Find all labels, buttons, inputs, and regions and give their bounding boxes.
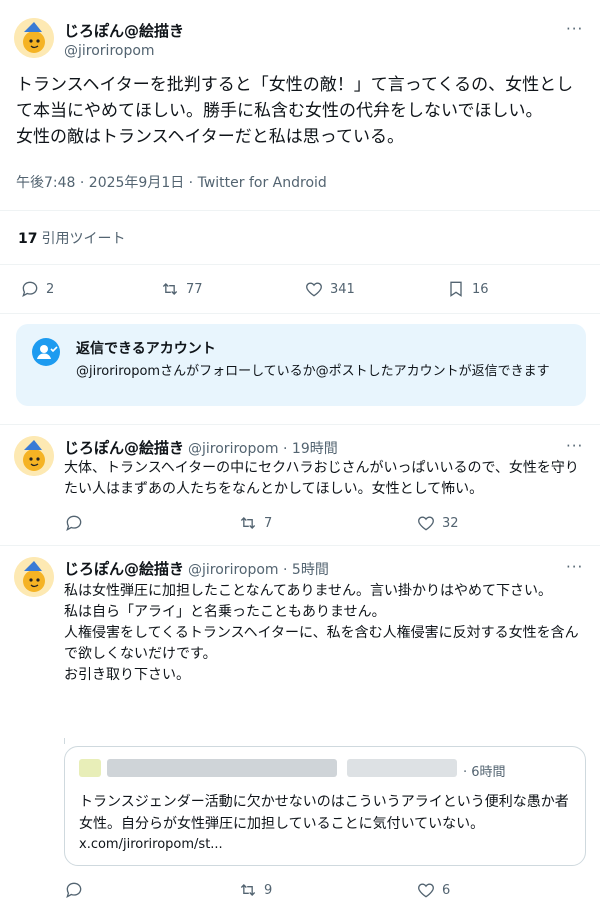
retweet-button[interactable]: 9 <box>238 880 272 900</box>
reply-icon <box>64 880 84 900</box>
more-options-icon[interactable]: ··· <box>566 437 583 455</box>
retweet-button[interactable]: 77 <box>160 279 203 299</box>
author-name[interactable]: じろぽん@絵描き <box>64 437 184 458</box>
bookmark-count: 16 <box>472 281 489 297</box>
more-options-icon[interactable]: ··· <box>566 20 583 38</box>
blurred-author-info <box>347 759 457 777</box>
quote-count: 17 <box>18 231 38 247</box>
retweet-count: 9 <box>264 882 273 898</box>
separator <box>64 738 65 744</box>
like-button[interactable]: 6 <box>416 880 450 900</box>
author-handle[interactable]: @jiroriropom · 5時間 <box>188 559 329 579</box>
reply-count: 2 <box>46 281 55 297</box>
quote-tweets-link[interactable]: 17 引用ツイート <box>18 228 125 248</box>
avatar[interactable] <box>14 436 54 476</box>
like-button[interactable]: 32 <box>416 513 459 533</box>
more-options-icon[interactable]: ··· <box>566 558 583 576</box>
reply-button[interactable] <box>64 880 90 900</box>
avatar[interactable] <box>14 557 54 597</box>
divider <box>0 313 600 314</box>
retweet-icon <box>238 880 258 900</box>
heart-icon <box>416 513 436 533</box>
user-icon <box>32 338 60 366</box>
like-count: 341 <box>330 281 355 297</box>
blurred-author-info <box>107 759 337 777</box>
blurred-author-info <box>79 759 101 777</box>
reply-restriction-title: 返信できるアカウント <box>76 341 216 357</box>
bookmark-button[interactable]: 16 <box>446 279 489 299</box>
retweet-icon <box>160 279 180 299</box>
heart-icon <box>304 279 324 299</box>
quoted-tweet-time: · 6時間 <box>463 765 506 780</box>
retweet-button[interactable]: 7 <box>238 513 272 533</box>
quoted-tweet-text: トランスジェンダー活動に欠かせないのはこういうアライという便利な愚か者女性。自分… <box>79 794 569 832</box>
quote-label: 引用ツイート <box>41 231 126 247</box>
author-name[interactable]: じろぽん@絵描き <box>64 558 184 579</box>
reply-button[interactable]: 2 <box>20 279 54 299</box>
tweet-meta[interactable]: 午後7:48 · 2025年9月1日 · Twitter for Android <box>16 172 327 192</box>
divider <box>0 264 600 265</box>
reply-icon <box>20 279 40 299</box>
author-handle[interactable]: @jiroriropom · 19時間 <box>188 438 338 458</box>
quoted-tweet-link[interactable]: x.com/jiroriropom/st... <box>79 837 223 852</box>
divider <box>0 545 600 546</box>
reply-restriction-notice: 返信できるアカウント @jiroriropomさんがフォローしているか@ポストし… <box>16 324 586 406</box>
divider <box>0 210 600 211</box>
avatar[interactable] <box>14 18 54 58</box>
like-button[interactable]: 341 <box>304 279 355 299</box>
tweet-text: トランスヘイターを批判すると「女性の敵！」て言ってくるの、女性として本当にやめて… <box>16 75 574 147</box>
reply-button[interactable] <box>64 513 90 533</box>
retweet-icon <box>238 513 258 533</box>
like-count: 32 <box>442 515 459 531</box>
author-name[interactable]: じろぽん@絵描き <box>64 20 184 41</box>
author-handle[interactable]: @jiroriropom <box>64 43 155 59</box>
retweet-count: 77 <box>186 281 203 297</box>
tweet-text: 私は女性弾圧に加担したことなんてありません。言い掛かりはやめて下さい。 私は自ら… <box>64 583 579 683</box>
like-count: 6 <box>442 882 451 898</box>
tweet-text: 大体、トランスヘイターの中にセクハラおじさんがいっぱいいるので、女性を守りたい人… <box>64 460 579 497</box>
reply-restriction-text: @jiroriropomさんがフォローしているか@ポストしたアカウントが返信でき… <box>76 364 550 379</box>
reply-icon <box>64 513 84 533</box>
quoted-tweet-card[interactable]: · 6時間 トランスジェンダー活動に欠かせないのはこういうアライという便利な愚か… <box>64 746 586 866</box>
retweet-count: 7 <box>264 515 273 531</box>
divider <box>0 424 600 425</box>
heart-icon <box>416 880 436 900</box>
bookmark-icon <box>446 279 466 299</box>
